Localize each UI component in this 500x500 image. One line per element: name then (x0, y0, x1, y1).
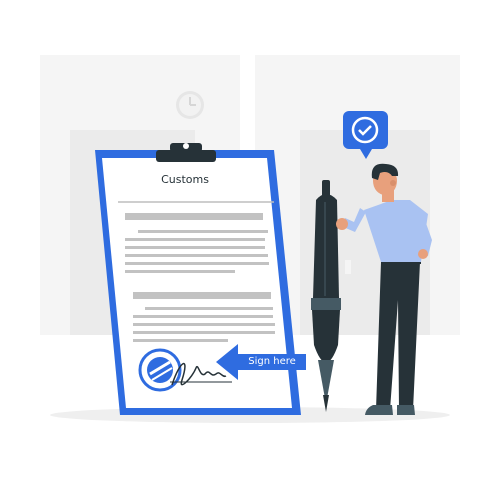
customs-illustration: Customs Sign here (0, 0, 500, 500)
clock-icon (176, 91, 204, 119)
illustration-canvas (40, 55, 460, 423)
sign-here-label: Sign here (248, 356, 296, 367)
document-title: Customs (161, 173, 209, 186)
stamp-icon (138, 348, 182, 392)
